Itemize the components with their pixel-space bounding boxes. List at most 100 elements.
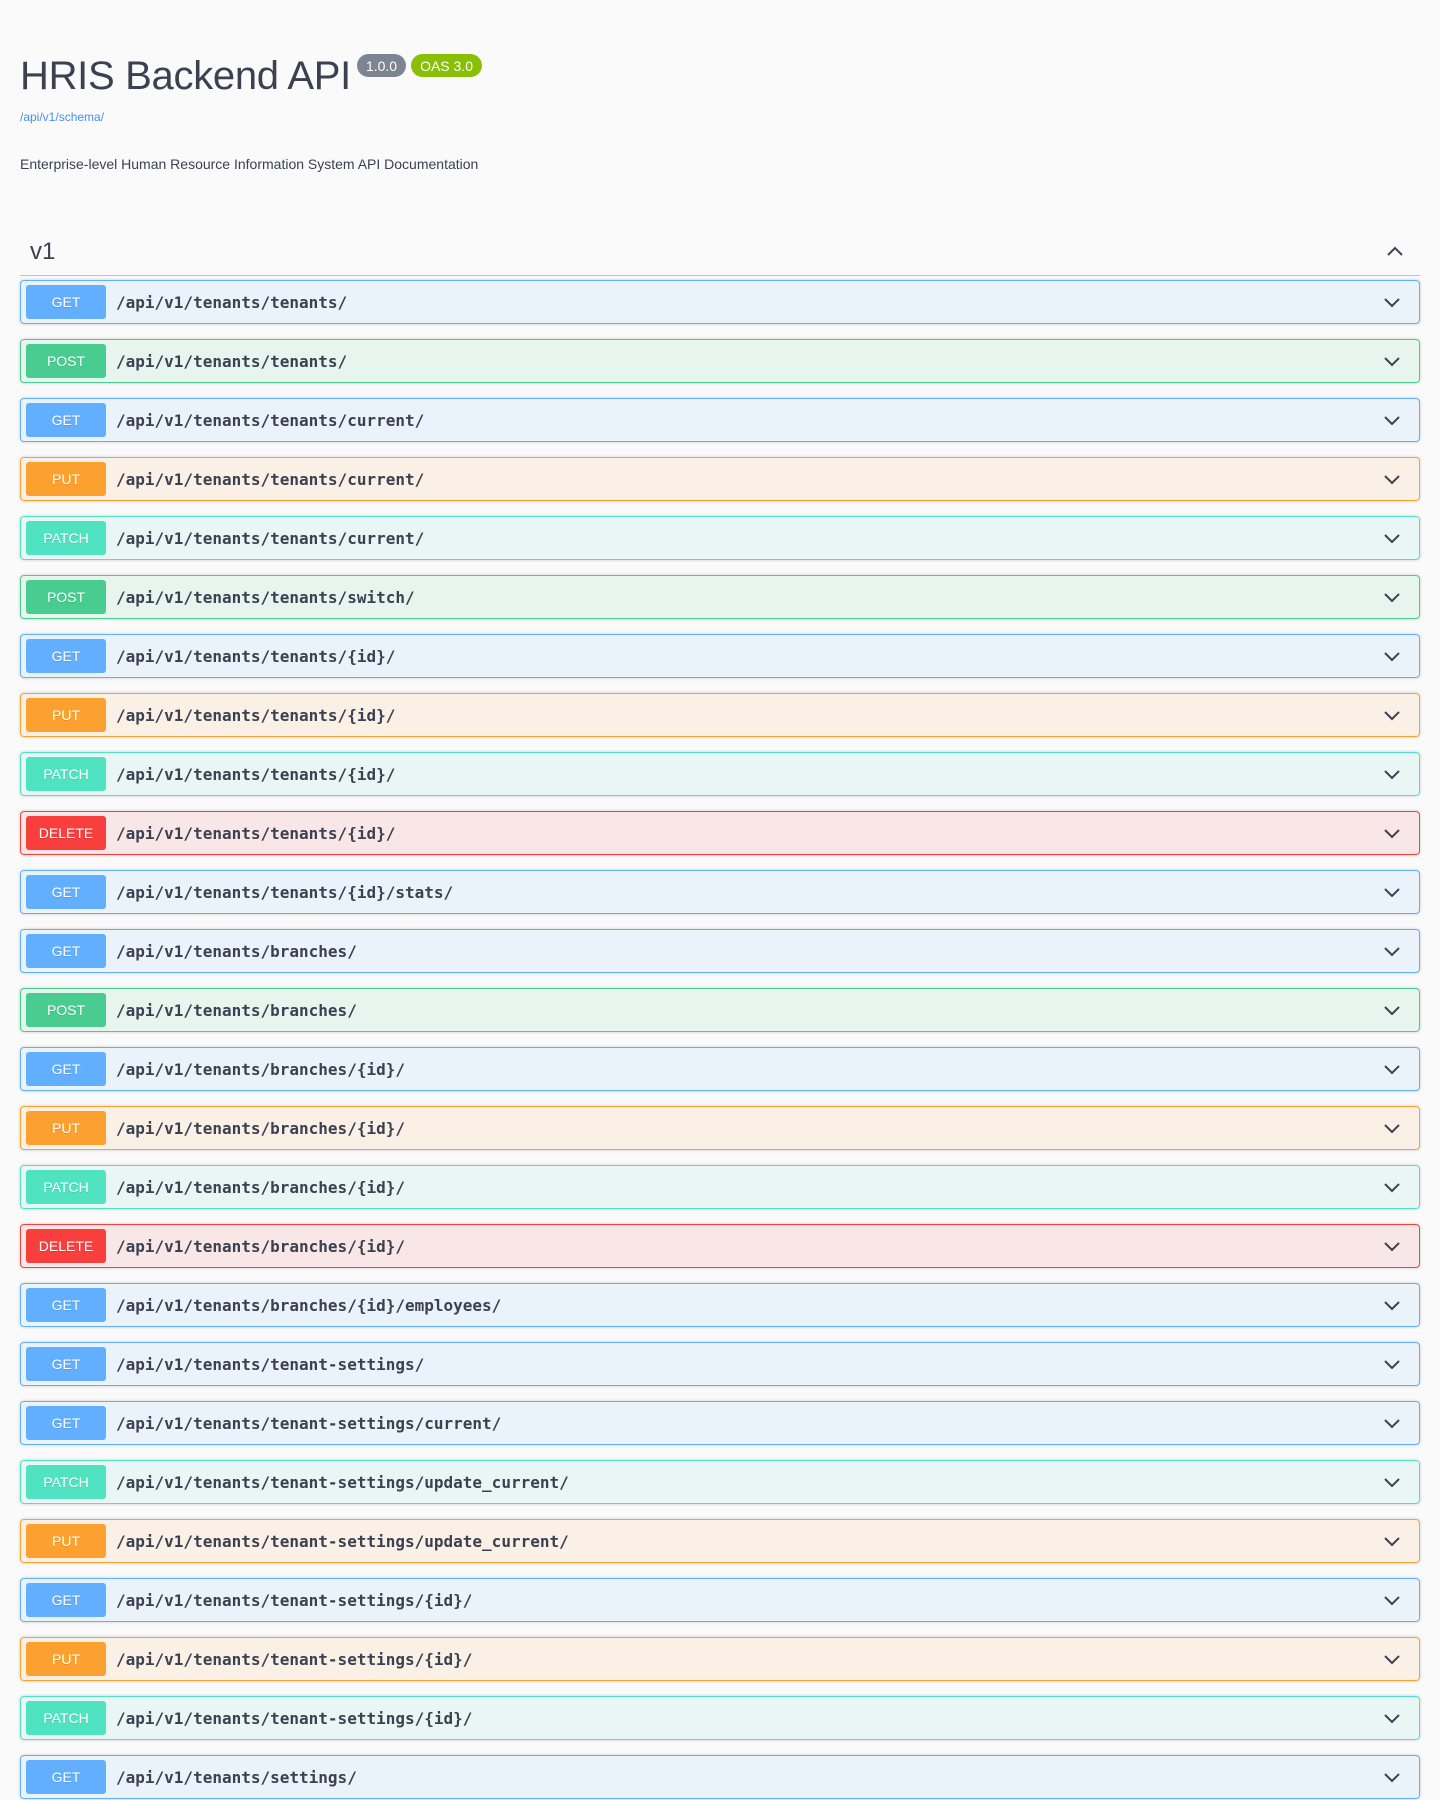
method-badge: PATCH — [26, 1465, 106, 1499]
chevron-down-icon[interactable] — [1372, 1580, 1412, 1620]
method-badge: PATCH — [26, 1170, 106, 1204]
operation-get[interactable]: GET/api/v1/tenants/branches/{id}/employe… — [20, 1283, 1420, 1327]
operation-post[interactable]: POST/api/v1/tenants/branches/ — [20, 988, 1420, 1032]
operation-path: /api/v1/tenants/tenants/switch/ — [116, 587, 415, 607]
operation-path: /api/v1/tenants/tenants/current/ — [116, 410, 425, 430]
method-badge: GET — [26, 1760, 106, 1794]
chevron-down-icon[interactable] — [1372, 1344, 1412, 1384]
chevron-down-icon[interactable] — [1372, 1226, 1412, 1266]
method-badge: GET — [26, 639, 106, 673]
swagger-page: HRIS Backend API 1.0.0 OAS 3.0 /api/v1/s… — [0, 0, 1440, 1799]
chevron-up-icon[interactable] — [1380, 237, 1410, 267]
operation-path: /api/v1/tenants/tenant-settings/current/ — [116, 1413, 502, 1433]
chevron-down-icon[interactable] — [1372, 636, 1412, 676]
operations-list: GET/api/v1/tenants/tenants/POST/api/v1/t… — [20, 280, 1420, 1799]
operation-get[interactable]: GET/api/v1/tenants/tenant-settings/{id}/ — [20, 1578, 1420, 1622]
method-badge: GET — [26, 1347, 106, 1381]
operation-put[interactable]: PUT/api/v1/tenants/tenant-settings/{id}/ — [20, 1637, 1420, 1681]
operation-patch[interactable]: PATCH/api/v1/tenants/tenants/{id}/ — [20, 752, 1420, 796]
chevron-down-icon[interactable] — [1372, 1285, 1412, 1325]
oas-badge: OAS 3.0 — [411, 54, 482, 77]
operation-path: /api/v1/tenants/tenants/current/ — [116, 469, 425, 489]
chevron-down-icon[interactable] — [1372, 577, 1412, 617]
method-badge: GET — [26, 875, 106, 909]
chevron-down-icon[interactable] — [1372, 695, 1412, 735]
operation-patch[interactable]: PATCH/api/v1/tenants/tenants/current/ — [20, 516, 1420, 560]
section-header[interactable]: v1 — [20, 228, 1420, 276]
method-badge: POST — [26, 580, 106, 614]
operation-put[interactable]: PUT/api/v1/tenants/branches/{id}/ — [20, 1106, 1420, 1150]
chevron-down-icon[interactable] — [1372, 1049, 1412, 1089]
operation-patch[interactable]: PATCH/api/v1/tenants/branches/{id}/ — [20, 1165, 1420, 1209]
operation-path: /api/v1/tenants/tenants/current/ — [116, 528, 425, 548]
method-badge: POST — [26, 344, 106, 378]
chevron-down-icon[interactable] — [1372, 282, 1412, 322]
chevron-down-icon[interactable] — [1372, 1167, 1412, 1207]
chevron-down-icon[interactable] — [1372, 518, 1412, 558]
title-row: HRIS Backend API 1.0.0 OAS 3.0 — [20, 52, 1420, 100]
operation-path: /api/v1/tenants/tenant-settings/ — [116, 1354, 425, 1374]
operation-delete[interactable]: DELETE/api/v1/tenants/branches/{id}/ — [20, 1224, 1420, 1268]
operation-path: /api/v1/tenants/tenants/{id}/ — [116, 646, 396, 666]
operation-get[interactable]: GET/api/v1/tenants/tenants/current/ — [20, 398, 1420, 442]
chevron-down-icon[interactable] — [1372, 400, 1412, 440]
method-badge: GET — [26, 1052, 106, 1086]
chevron-down-icon[interactable] — [1372, 459, 1412, 499]
operation-path: /api/v1/tenants/tenants/{id}/ — [116, 705, 396, 725]
method-badge: PUT — [26, 1642, 106, 1676]
operation-path: /api/v1/tenants/tenant-settings/update_c… — [116, 1531, 569, 1551]
chevron-down-icon[interactable] — [1372, 1521, 1412, 1561]
method-badge: GET — [26, 934, 106, 968]
chevron-down-icon[interactable] — [1372, 341, 1412, 381]
chevron-down-icon[interactable] — [1372, 1639, 1412, 1679]
operation-get[interactable]: GET/api/v1/tenants/branches/ — [20, 929, 1420, 973]
api-title: HRIS Backend API — [20, 54, 351, 98]
chevron-down-icon[interactable] — [1372, 1403, 1412, 1443]
method-badge: PATCH — [26, 521, 106, 555]
operation-path: /api/v1/tenants/tenants/{id}/ — [116, 823, 396, 843]
method-badge: DELETE — [26, 1229, 106, 1263]
schema-link[interactable]: /api/v1/schema/ — [20, 110, 104, 124]
operation-path: /api/v1/tenants/branches/{id}/ — [116, 1059, 405, 1079]
chevron-down-icon[interactable] — [1372, 872, 1412, 912]
chevron-down-icon[interactable] — [1372, 1698, 1412, 1738]
api-info: HRIS Backend API 1.0.0 OAS 3.0 /api/v1/s… — [20, 0, 1420, 172]
version-badge: 1.0.0 — [356, 54, 407, 77]
operation-patch[interactable]: PATCH/api/v1/tenants/tenant-settings/{id… — [20, 1696, 1420, 1740]
chevron-down-icon[interactable] — [1372, 1108, 1412, 1148]
method-badge: PATCH — [26, 757, 106, 791]
operation-path: /api/v1/tenants/tenant-settings/{id}/ — [116, 1590, 473, 1610]
operation-path: /api/v1/tenants/tenant-settings/{id}/ — [116, 1649, 473, 1669]
operation-get[interactable]: GET/api/v1/tenants/branches/{id}/ — [20, 1047, 1420, 1091]
operation-path: /api/v1/tenants/tenants/{id}/ — [116, 764, 396, 784]
operation-post[interactable]: POST/api/v1/tenants/tenants/switch/ — [20, 575, 1420, 619]
chevron-down-icon[interactable] — [1372, 1757, 1412, 1797]
operation-path: /api/v1/tenants/tenants/ — [116, 292, 348, 312]
chevron-down-icon[interactable] — [1372, 1462, 1412, 1502]
chevron-down-icon[interactable] — [1372, 931, 1412, 971]
operation-patch[interactable]: PATCH/api/v1/tenants/tenant-settings/upd… — [20, 1460, 1420, 1504]
operation-post[interactable]: POST/api/v1/tenants/tenants/ — [20, 339, 1420, 383]
method-badge: PATCH — [26, 1701, 106, 1735]
operation-put[interactable]: PUT/api/v1/tenants/tenants/{id}/ — [20, 693, 1420, 737]
operation-path: /api/v1/tenants/branches/{id}/employees/ — [116, 1295, 502, 1315]
method-badge: GET — [26, 1406, 106, 1440]
operation-delete[interactable]: DELETE/api/v1/tenants/tenants/{id}/ — [20, 811, 1420, 855]
operation-put[interactable]: PUT/api/v1/tenants/tenants/current/ — [20, 457, 1420, 501]
operation-get[interactable]: GET/api/v1/tenants/tenants/ — [20, 280, 1420, 324]
operation-get[interactable]: GET/api/v1/tenants/tenant-settings/ — [20, 1342, 1420, 1386]
operation-path: /api/v1/tenants/tenant-settings/update_c… — [116, 1472, 569, 1492]
operation-get[interactable]: GET/api/v1/tenants/settings/ — [20, 1755, 1420, 1799]
operation-put[interactable]: PUT/api/v1/tenants/tenant-settings/updat… — [20, 1519, 1420, 1563]
method-badge: GET — [26, 1288, 106, 1322]
operation-get[interactable]: GET/api/v1/tenants/tenants/{id}/ — [20, 634, 1420, 678]
operation-get[interactable]: GET/api/v1/tenants/tenant-settings/curre… — [20, 1401, 1420, 1445]
section-title: v1 — [30, 237, 56, 265]
operation-get[interactable]: GET/api/v1/tenants/tenants/{id}/stats/ — [20, 870, 1420, 914]
chevron-down-icon[interactable] — [1372, 813, 1412, 853]
method-badge: DELETE — [26, 816, 106, 850]
method-badge: GET — [26, 285, 106, 319]
method-badge: GET — [26, 403, 106, 437]
chevron-down-icon[interactable] — [1372, 754, 1412, 794]
chevron-down-icon[interactable] — [1372, 990, 1412, 1030]
